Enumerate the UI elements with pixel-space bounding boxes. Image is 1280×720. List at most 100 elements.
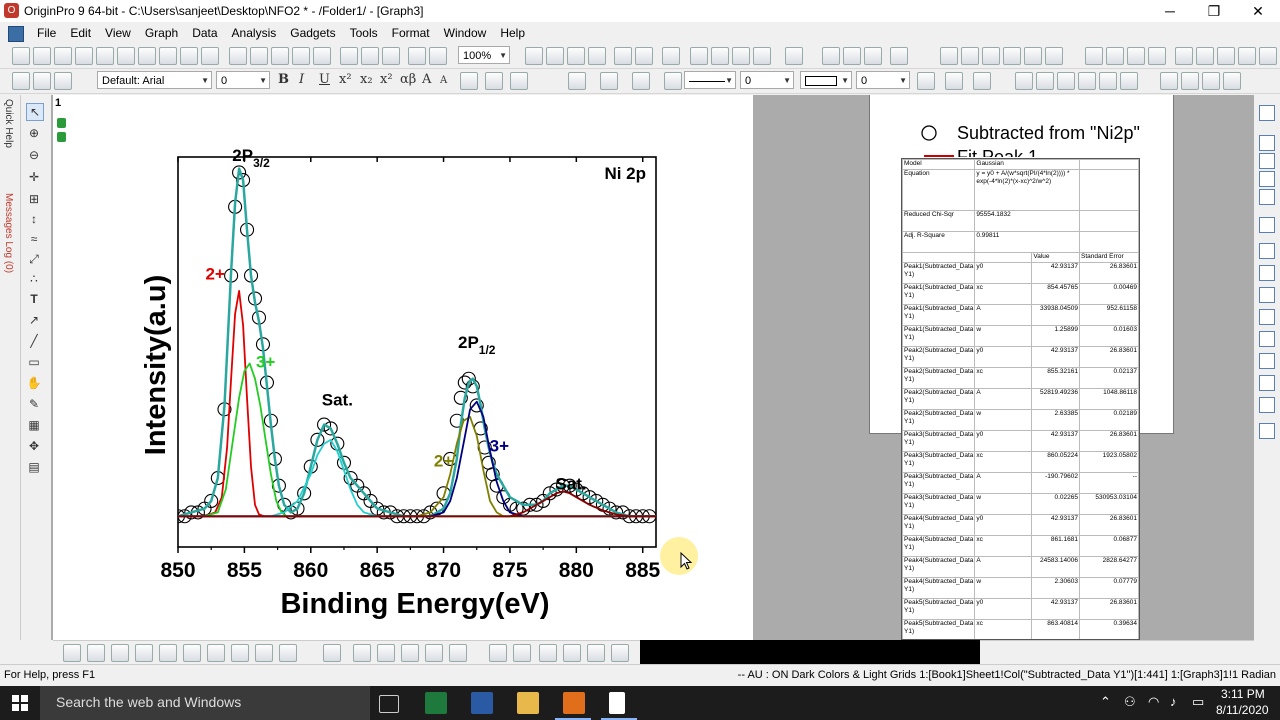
perspective-icon[interactable] — [513, 644, 531, 662]
workbook-icon[interactable] — [1259, 153, 1275, 169]
3d-surface-icon[interactable] — [353, 644, 371, 662]
line-plot-icon[interactable] — [63, 644, 81, 662]
arrow-tool-icon[interactable]: ↗ — [26, 312, 42, 328]
superscript-icon[interactable]: x² — [339, 72, 352, 87]
align-right-icon[interactable] — [510, 72, 528, 90]
paste-icon[interactable] — [54, 72, 72, 90]
new-matrix-icon[interactable] — [75, 47, 93, 65]
highlight-icon[interactable] — [1036, 72, 1054, 90]
decrease-font-icon[interactable]: A — [440, 75, 447, 86]
recent-graphs-icon[interactable] — [271, 47, 289, 65]
menu-view[interactable]: View — [98, 22, 138, 44]
zoom-out-icon[interactable]: ⊖ — [26, 147, 42, 163]
align-left-icon[interactable] — [460, 72, 478, 90]
panel-icon[interactable] — [1259, 375, 1275, 391]
wifi-icon[interactable]: ◠ — [1148, 694, 1159, 710]
3d-contour-icon[interactable] — [425, 644, 443, 662]
contour-icon[interactable] — [159, 644, 177, 662]
chevron-up-icon[interactable]: ⌃ — [1100, 694, 1111, 710]
3d-scatter-icon[interactable] — [449, 644, 467, 662]
taskbar-time[interactable]: 3:11 PM — [1221, 687, 1265, 701]
menu-data[interactable]: Data — [185, 22, 224, 44]
region-select-icon[interactable]: ⤢ — [26, 251, 42, 267]
3d-bar-icon[interactable] — [401, 644, 419, 662]
zoom-in-icon[interactable]: ⊕ — [26, 125, 42, 141]
draw-data-icon[interactable]: ≈ — [26, 231, 42, 247]
menu-gadgets[interactable]: Gadgets — [283, 22, 342, 44]
table-icon[interactable] — [1259, 171, 1275, 187]
font-size-select[interactable]: 0 ▼ — [216, 71, 270, 89]
menu-window[interactable]: Window — [437, 22, 494, 44]
export-graph-icon[interactable] — [567, 47, 585, 65]
line-tool-icon[interactable]: ╱ — [26, 333, 42, 349]
stats-icon[interactable] — [1259, 287, 1275, 303]
recent-books-icon[interactable] — [250, 47, 268, 65]
scatter-plot-icon[interactable] — [87, 644, 105, 662]
text-tool-icon[interactable]: T — [26, 291, 42, 307]
lines-icon[interactable] — [1259, 353, 1275, 369]
menu-help[interactable]: Help — [493, 22, 532, 44]
column-icon[interactable] — [1259, 243, 1275, 259]
copy-page-icon[interactable] — [588, 47, 606, 65]
supsubscript-icon[interactable]: x² — [380, 72, 393, 87]
origin-taskbar-icon[interactable] — [563, 692, 585, 714]
open-icon[interactable] — [180, 47, 198, 65]
subgroup-icon[interactable] — [1238, 47, 1256, 65]
filter-clear-icon[interactable] — [1024, 47, 1042, 65]
message-log-icon[interactable] — [732, 47, 750, 65]
rotate-icon[interactable] — [489, 644, 507, 662]
italic-icon[interactable]: I — [299, 72, 304, 87]
graph-page[interactable]: 850 855 860 865 870 875 880 885 Binding Energy(e… — [53, 95, 753, 640]
set-error-icon[interactable] — [1148, 47, 1166, 65]
set-z-icon[interactable] — [1127, 47, 1145, 65]
smart-hint-icon[interactable] — [753, 47, 771, 65]
recalculate-icon[interactable] — [429, 47, 447, 65]
line-style-select[interactable]: ▼ — [684, 71, 736, 89]
extract-icon[interactable] — [1202, 72, 1220, 90]
fill-pattern-icon[interactable] — [917, 72, 935, 90]
line-color-icon[interactable] — [632, 72, 650, 90]
table-view-icon[interactable] — [1259, 397, 1275, 413]
zoom-fit-icon[interactable] — [539, 644, 557, 662]
menu-edit[interactable]: Edit — [63, 22, 98, 44]
filter-icon[interactable] — [1003, 47, 1021, 65]
matrix-icon[interactable] — [1259, 309, 1275, 325]
quick-help-tab[interactable]: Quick Help — [3, 99, 14, 148]
increase-font-icon[interactable]: A — [422, 72, 431, 87]
border-width-select[interactable]: 0 ▼ — [856, 71, 910, 89]
graph-window-icon[interactable] — [8, 26, 24, 42]
label-column-icon[interactable] — [1175, 47, 1193, 65]
command-window-icon[interactable] — [690, 47, 708, 65]
layer-indicator[interactable]: 1 — [55, 97, 61, 109]
grid-icon[interactable] — [1259, 331, 1275, 347]
move-icon[interactable]: ✥ — [26, 438, 42, 454]
move-view-icon[interactable] — [563, 644, 581, 662]
arrange-icon[interactable] — [1259, 217, 1275, 233]
hand-tool-icon[interactable]: ✋ — [26, 375, 42, 391]
restore-button[interactable]: ❐ — [1192, 0, 1236, 22]
greek-icon[interactable]: αβ — [400, 72, 416, 87]
project-explorer-icon[interactable] — [662, 47, 680, 65]
save-template-icon[interactable] — [313, 47, 331, 65]
font-select[interactable]: Default: Arial ▼ — [97, 71, 212, 89]
new-workbook-icon[interactable] — [33, 47, 51, 65]
file-explorer-icon[interactable] — [517, 692, 539, 714]
histogram-icon[interactable] — [961, 47, 979, 65]
menu-tools[interactable]: Tools — [343, 22, 385, 44]
mask-range-icon[interactable] — [1099, 72, 1117, 90]
new-function-icon[interactable] — [96, 47, 114, 65]
close-button[interactable]: ✕ — [1236, 0, 1280, 22]
add-layer-icon[interactable] — [1223, 72, 1241, 90]
scatter-tool-icon[interactable]: ∴ — [26, 271, 42, 287]
excel-app-icon[interactable] — [425, 692, 447, 714]
disregard-icon[interactable] — [1196, 47, 1214, 65]
open-template-icon[interactable] — [201, 47, 219, 65]
unmask-icon[interactable] — [1120, 72, 1138, 90]
new-notes-icon[interactable] — [138, 47, 156, 65]
region-icon[interactable] — [1057, 72, 1075, 90]
border-color-icon[interactable] — [945, 72, 963, 90]
gadget-icon[interactable] — [982, 47, 1000, 65]
messages-log-tab[interactable]: Messages Log (0) — [3, 193, 14, 273]
fill-color-icon[interactable] — [568, 72, 586, 90]
window-icon[interactable] — [1259, 135, 1275, 151]
